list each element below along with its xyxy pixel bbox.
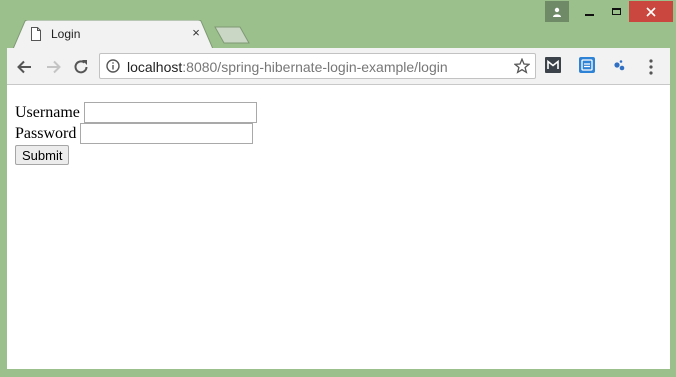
reload-icon[interactable] (71, 57, 91, 77)
kebab-menu-icon[interactable] (643, 57, 659, 77)
tab-close-button[interactable]: × (188, 25, 204, 41)
profile-button[interactable] (545, 1, 569, 22)
close-icon (646, 6, 656, 17)
info-icon[interactable] (106, 59, 120, 73)
maximize-button[interactable] (603, 1, 629, 22)
tab-title: Login (51, 27, 81, 41)
new-tab-button[interactable] (214, 26, 250, 44)
address-bar[interactable]: localhost:8080/spring-hibernate-login-ex… (99, 53, 536, 79)
minimize-icon (584, 13, 594, 16)
document-icon (31, 27, 41, 41)
page-viewport: Username Password Submit (7, 85, 670, 369)
forward-arrow-icon[interactable] (43, 57, 63, 77)
submit-button[interactable]: Submit (15, 145, 70, 165)
password-label: Password (15, 124, 77, 142)
login-form: Username Password Submit (15, 102, 257, 165)
back-arrow-icon[interactable] (15, 57, 35, 77)
tab-login[interactable]: Login × (13, 20, 213, 49)
browser-toolbar: localhost:8080/spring-hibernate-login-ex… (7, 48, 670, 85)
user-profile-icon (553, 7, 561, 17)
password-row: Password (15, 123, 257, 144)
extension-dots-icon[interactable] (611, 57, 627, 73)
pocket-extension-icon[interactable] (579, 57, 595, 73)
username-label: Username (15, 103, 80, 121)
username-row: Username (15, 102, 257, 123)
url-path: :8080/spring-hibernate-login-example/log… (182, 59, 448, 75)
maximize-icon (611, 8, 621, 15)
minimize-button[interactable] (576, 1, 602, 22)
window-close-button[interactable] (629, 1, 673, 22)
password-input[interactable] (80, 123, 254, 144)
gmail-extension-icon[interactable] (545, 57, 561, 73)
username-input[interactable] (83, 102, 257, 123)
url-text[interactable]: localhost:8080/spring-hibernate-login-ex… (127, 59, 448, 75)
browser-window: Login × localhost:8080/spring-hibernate-… (0, 0, 676, 377)
url-host: localhost (127, 59, 183, 75)
star-icon[interactable] (514, 58, 530, 74)
